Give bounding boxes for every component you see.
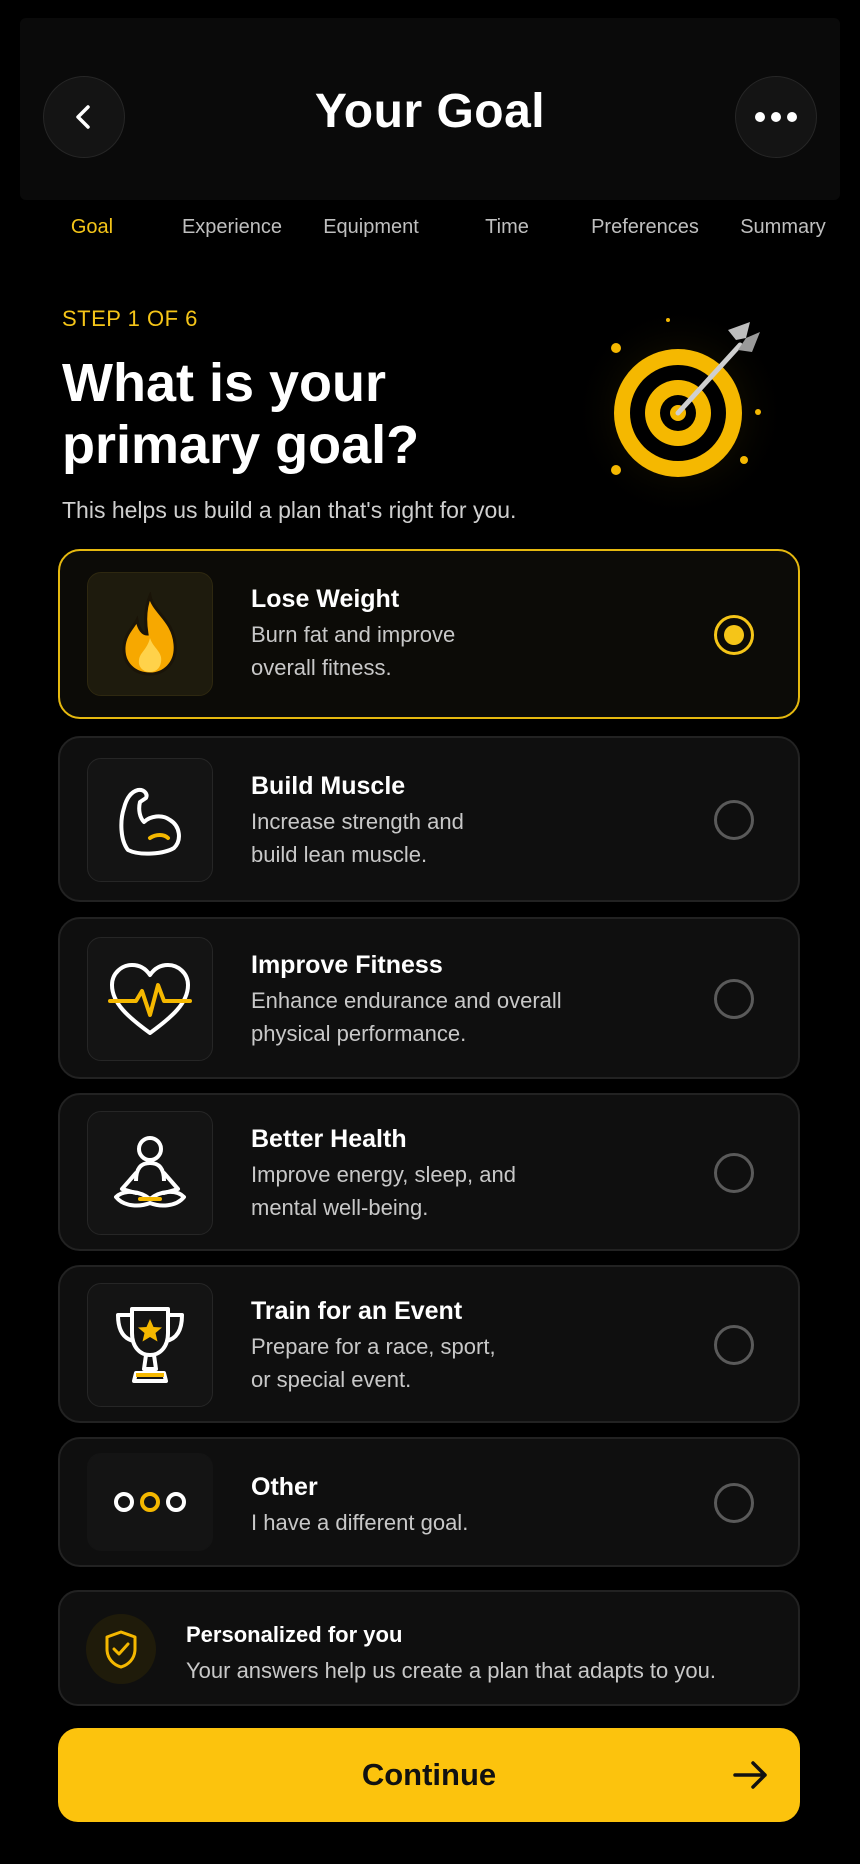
tab-summary[interactable]: Summary <box>740 216 826 239</box>
personalized-info-card: Personalized for you Your answers help u… <box>58 1590 800 1706</box>
three-dots-icon <box>114 1492 186 1512</box>
shield-check-icon <box>105 1630 137 1669</box>
option-description: Prepare for a race, sport, or special eve… <box>251 1334 496 1392</box>
option-description: Improve energy, sleep, and mental well-be… <box>251 1162 516 1220</box>
radio-unselected[interactable] <box>714 1483 754 1523</box>
option-title: Build Muscle <box>251 772 406 800</box>
tab-preferences[interactable]: Preferences <box>591 216 699 239</box>
back-button[interactable] <box>43 76 125 158</box>
option-title: Lose Weight <box>251 585 400 613</box>
page-title: Your Goal <box>314 85 546 138</box>
goal-option-train-for-event[interactable]: Train for an Event Prepare for a race, s… <box>58 1265 800 1423</box>
option-icon-box <box>87 758 213 882</box>
option-icon-box <box>87 1283 213 1407</box>
question-subtitle: This helps us build a plan that's right … <box>62 497 517 523</box>
heart-pulse-icon <box>108 963 192 1035</box>
goal-option-build-muscle[interactable]: Build Muscle Increase strength and build … <box>58 736 800 902</box>
option-title: Train for an Event <box>251 1297 463 1325</box>
tab-equipment[interactable]: Equipment <box>323 216 419 239</box>
option-title: Other <box>251 1473 318 1501</box>
option-icon-box <box>87 1111 213 1235</box>
option-description: Burn fat and improve overall fitness. <box>251 622 456 680</box>
meditation-icon <box>114 1136 186 1208</box>
flame-icon <box>122 592 177 676</box>
goal-option-other[interactable]: Other I have a different goal. <box>58 1437 800 1567</box>
option-description: I have a different goal. <box>251 1510 469 1535</box>
continue-button[interactable]: Continue <box>58 1728 800 1822</box>
option-icon-box <box>87 572 213 696</box>
radio-unselected[interactable] <box>714 1325 754 1365</box>
tab-goal[interactable]: Goal <box>71 216 113 239</box>
step-tabs: Goal Experience Equipment Time Preferenc… <box>0 216 860 246</box>
step-indicator: STEP 1 OF 6 <box>62 306 198 331</box>
trophy-icon <box>116 1307 184 1383</box>
tab-time[interactable]: Time <box>485 216 529 239</box>
chevron-left-icon <box>76 105 90 129</box>
radio-selected[interactable] <box>714 615 754 655</box>
more-horizontal-icon <box>755 112 797 122</box>
goal-option-improve-fitness[interactable]: Improve Fitness Enhance endurance and ov… <box>58 917 800 1079</box>
radio-unselected[interactable] <box>714 1153 754 1193</box>
continue-label: Continue <box>361 1757 497 1792</box>
info-title: Personalized for you <box>186 1622 403 1647</box>
info-description: Your answers help us create a plan that … <box>186 1658 716 1683</box>
option-icon-box <box>87 1453 213 1551</box>
option-title: Better Health <box>251 1125 407 1153</box>
radio-unselected[interactable] <box>714 800 754 840</box>
option-icon-box <box>87 937 213 1061</box>
option-description: Increase strength and build lean muscle. <box>251 809 464 867</box>
tab-experience[interactable]: Experience <box>182 216 282 239</box>
goal-option-lose-weight[interactable]: Lose Weight Burn fat and improve overall … <box>58 549 800 719</box>
more-options-button[interactable] <box>735 76 817 158</box>
question-heading: What is your primary goal? <box>62 353 420 475</box>
option-title: Improve Fitness <box>251 951 443 979</box>
goal-option-better-health[interactable]: Better Health Improve energy, sleep, and… <box>58 1093 800 1251</box>
radio-unselected[interactable] <box>714 979 754 1019</box>
info-icon-badge <box>86 1614 156 1684</box>
flexed-bicep-icon <box>119 787 181 856</box>
arrow-right-icon <box>733 1761 767 1789</box>
option-description: Enhance endurance and overall physical pe… <box>251 988 562 1046</box>
target-arrow-icon <box>572 304 788 520</box>
